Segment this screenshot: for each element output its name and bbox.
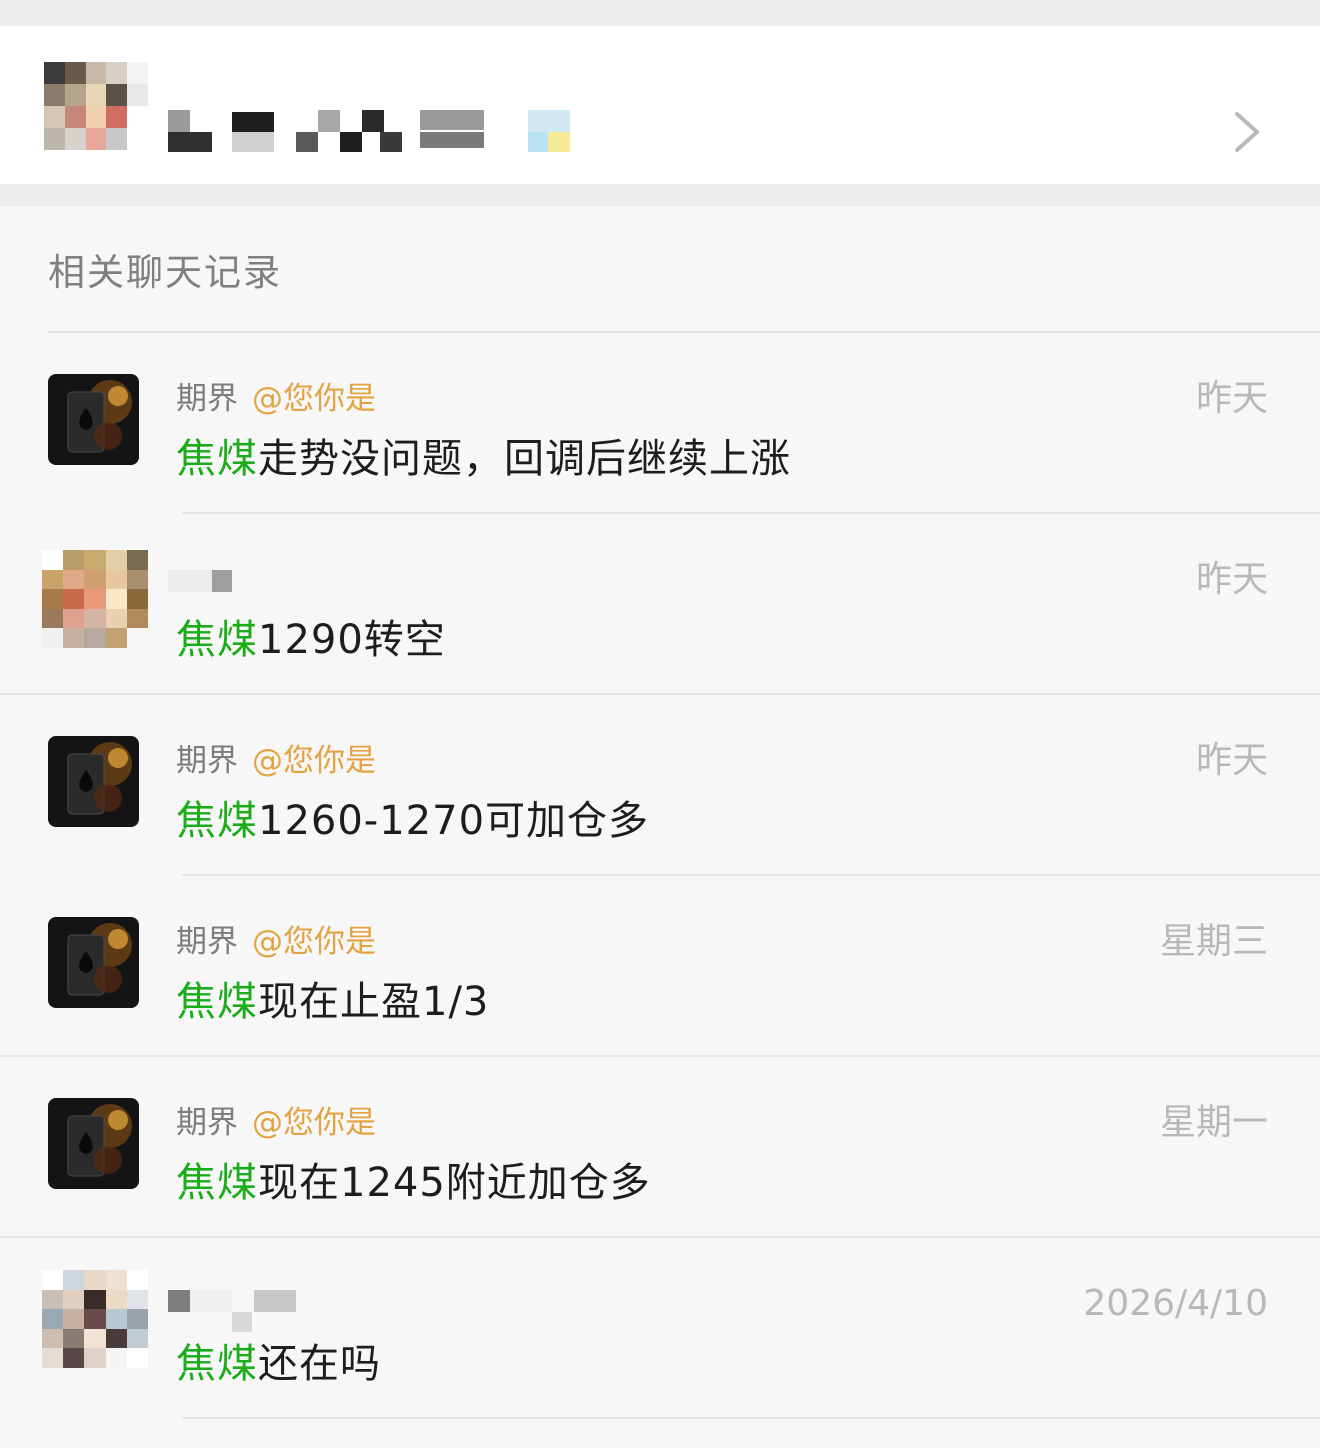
chat-result-item[interactable]: 期界 @您你是 昨天 焦煤走势没问题，回调后继续上涨 — [0, 333, 1320, 514]
avatar — [42, 1270, 148, 1368]
message-text: 焦煤还在吗 — [176, 1336, 381, 1392]
ace-card-avatar-icon — [48, 1098, 139, 1189]
sender-line: 期界 @您你是 — [176, 739, 376, 783]
top-gap — [0, 0, 1320, 26]
keyword-highlight: 焦煤 — [176, 979, 258, 1025]
timestamp: 星期一 — [1159, 1102, 1268, 1143]
timestamp: 2026/4/10 — [1083, 1283, 1268, 1324]
mention-tag: @您你是 — [252, 1105, 376, 1141]
ace-card-avatar-icon — [48, 917, 139, 1008]
keyword-highlight: 焦煤 — [176, 798, 258, 844]
message-body: 现在1245附近加仓多 — [258, 1160, 651, 1206]
keyword-highlight: 焦煤 — [176, 617, 258, 663]
sender-name-blurred — [168, 1290, 308, 1336]
keyword-highlight: 焦煤 — [176, 1160, 258, 1206]
message-text: 焦煤走势没问题，回调后继续上涨 — [176, 431, 791, 487]
timestamp: 昨天 — [1195, 740, 1268, 781]
message-text: 焦煤现在1245附近加仓多 — [176, 1155, 651, 1211]
keyword-highlight: 焦煤 — [176, 436, 258, 482]
contact-card[interactable] — [0, 26, 1320, 184]
sender-name: 期界 — [176, 924, 238, 960]
mention-tag: @您你是 — [252, 743, 376, 779]
item-divider — [182, 1417, 1320, 1419]
avatar — [48, 917, 139, 1008]
message-text: 焦煤1260-1270可加仓多 — [176, 793, 649, 849]
avatar — [48, 736, 139, 827]
chat-result-item[interactable]: 期界 @您你是 星期一 焦煤现在1245附近加仓多 — [0, 1057, 1320, 1238]
ace-card-avatar-icon — [48, 736, 139, 827]
sender-name-blurred — [168, 566, 308, 612]
message-text: 焦煤1290转空 — [176, 612, 446, 668]
contact-avatar — [44, 62, 148, 150]
keyword-highlight: 焦煤 — [176, 1341, 258, 1387]
timestamp: 昨天 — [1195, 559, 1268, 600]
sender-line: 期界 @您你是 — [176, 377, 376, 421]
chat-result-item[interactable]: 期界 @您你是 星期三 焦煤现在止盈1/3 — [0, 876, 1320, 1057]
chat-result-item[interactable]: 昨天 焦煤1290转空 — [0, 514, 1320, 695]
avatar — [48, 1098, 139, 1189]
section-title: 相关聊天记录 — [48, 251, 282, 294]
chevron-right-icon — [1235, 112, 1259, 152]
timestamp: 昨天 — [1195, 378, 1268, 419]
sender-name: 期界 — [176, 743, 238, 779]
avatar — [42, 550, 148, 648]
chat-result-item[interactable]: 期界 @您你是 昨天 焦煤1260-1270可加仓多 — [0, 695, 1320, 876]
section-divider — [0, 184, 1320, 206]
mention-tag: @您你是 — [252, 924, 376, 960]
contact-name-blurred — [168, 82, 598, 156]
message-body: 现在止盈1/3 — [258, 979, 490, 1025]
timestamp: 星期三 — [1159, 921, 1268, 962]
chat-result-item[interactable]: 2026/4/10 焦煤还在吗 — [0, 1238, 1320, 1419]
sender-line: 期界 @您你是 — [176, 920, 376, 964]
message-body: 1260-1270可加仓多 — [258, 798, 650, 844]
sender-line: 期界 @您你是 — [176, 1101, 376, 1145]
ace-card-avatar-icon — [48, 374, 139, 465]
sender-name: 期界 — [176, 1105, 238, 1141]
message-body: 走势没问题，回调后继续上涨 — [258, 436, 791, 482]
mention-tag: @您你是 — [252, 381, 376, 417]
sender-name: 期界 — [176, 381, 238, 417]
message-body: 1290转空 — [258, 617, 446, 663]
avatar — [48, 374, 139, 465]
message-body: 还在吗 — [258, 1341, 381, 1387]
message-text: 焦煤现在止盈1/3 — [176, 974, 489, 1030]
